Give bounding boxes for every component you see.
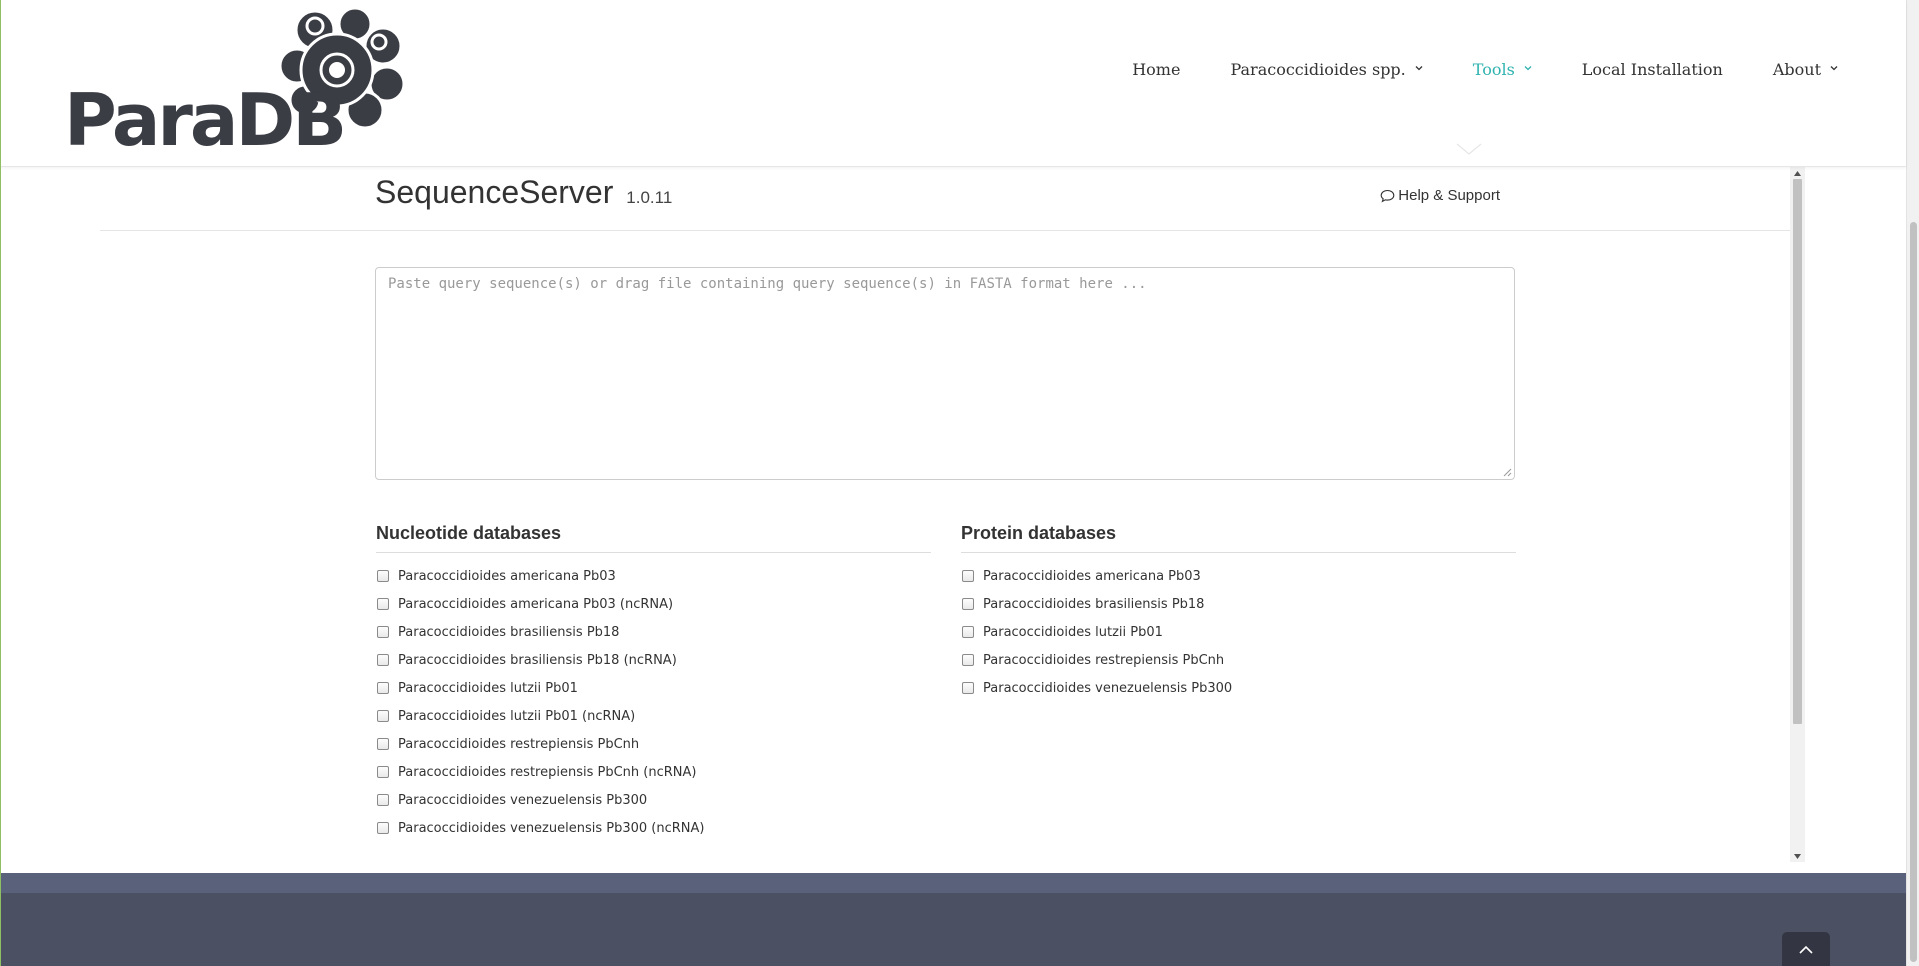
database-checkbox[interactable] [377, 766, 389, 778]
site-footer [0, 893, 1906, 966]
database-checkbox[interactable] [377, 710, 389, 722]
database-checkbox[interactable] [377, 794, 389, 806]
nucleotide-database-item[interactable]: Paracoccidioides americana Pb03 (ncRNA) [376, 590, 931, 618]
help-support-link[interactable]: Help & Support [1380, 187, 1500, 204]
nav-about-label: About [1772, 60, 1821, 79]
database-checkbox[interactable] [377, 682, 389, 694]
app-header: SequenceServer 1.0.11 Help & Support [100, 167, 1790, 231]
nucleotide-database-list: Paracoccidioides americana Pb03 Paracocci… [376, 562, 931, 842]
help-support-label: Help & Support [1398, 187, 1500, 204]
database-label: Paracoccidioides americana Pb03 [983, 568, 1201, 584]
comment-icon [1380, 189, 1395, 203]
database-label: Paracoccidioides lutzii Pb01 [983, 624, 1163, 640]
protein-database-item[interactable]: Paracoccidioides restrepiensis PbCnh [961, 646, 1516, 674]
protein-database-item[interactable]: Paracoccidioides lutzii Pb01 [961, 618, 1516, 646]
nav-local-installation-label: Local Installation [1581, 60, 1723, 79]
database-label: Paracoccidioides venezuelensis Pb300 (nc… [398, 820, 705, 836]
footer-band [0, 873, 1906, 893]
nav-tools[interactable]: Tools [1473, 60, 1532, 79]
nucleotide-database-item[interactable]: Paracoccidioides brasiliensis Pb18 (ncRN… [376, 646, 931, 674]
nucleotide-database-item[interactable]: Paracoccidioides americana Pb03 [376, 562, 931, 590]
database-label: Paracoccidioides americana Pb03 [398, 568, 616, 584]
scroll-down-arrow-icon[interactable] [1790, 850, 1805, 862]
nucleotide-database-item[interactable]: Paracoccidioides venezuelensis Pb300 [376, 786, 931, 814]
database-checkbox[interactable] [962, 570, 974, 582]
protein-database-item[interactable]: Paracoccidioides venezuelensis Pb300 [961, 674, 1516, 702]
database-checkbox[interactable] [377, 822, 389, 834]
page-scrollbar-thumb[interactable] [1910, 222, 1917, 962]
database-checkbox[interactable] [377, 738, 389, 750]
nav-about[interactable]: About [1773, 60, 1838, 79]
frame-scrollbar-thumb[interactable] [1793, 179, 1802, 724]
nucleotide-database-item[interactable]: Paracoccidioides lutzii Pb01 (ncRNA) [376, 702, 931, 730]
database-label: Paracoccidioides brasiliensis Pb18 [983, 596, 1205, 612]
database-checkbox[interactable] [377, 598, 389, 610]
page-scrollbar[interactable] [1906, 0, 1919, 966]
database-checkbox[interactable] [962, 626, 974, 638]
protein-database-item[interactable]: Paracoccidioides americana Pb03 [961, 562, 1516, 590]
database-label: Paracoccidioides brasiliensis Pb18 [398, 624, 620, 640]
database-label: Paracoccidioides venezuelensis Pb300 [983, 680, 1233, 696]
frame-scrollbar[interactable] [1790, 167, 1805, 862]
nav-home[interactable]: Home [1132, 60, 1180, 79]
nav-paracoccidioides[interactable]: Paracoccidioides spp. [1230, 60, 1423, 79]
database-checkbox[interactable] [962, 654, 974, 666]
nav-home-label: Home [1132, 60, 1181, 79]
site-header: ParaDB Home Paracoccidioides spp. Tools … [0, 0, 1906, 167]
nucleotide-database-item[interactable]: Paracoccidioides lutzii Pb01 [376, 674, 931, 702]
app-title-text: SequenceServer [375, 174, 614, 210]
database-label: Paracoccidioides venezuelensis Pb300 [398, 792, 648, 808]
nucleotide-database-item[interactable]: Paracoccidioides brasiliensis Pb18 [376, 618, 931, 646]
database-checkbox[interactable] [962, 598, 974, 610]
app-version: 1.0.11 [626, 188, 673, 207]
protein-database-item[interactable]: Paracoccidioides brasiliensis Pb18 [961, 590, 1516, 618]
nucleotide-databases: Nucleotide databases Paracoccidioides am… [376, 523, 931, 842]
protein-databases-heading: Protein databases [961, 523, 1516, 553]
sequenceserver-frame: SequenceServer 1.0.11 Help & Support Nuc… [100, 167, 1805, 862]
database-label: Paracoccidioides restrepiensis PbCnh [983, 652, 1225, 668]
app-title[interactable]: SequenceServer 1.0.11 [375, 174, 672, 211]
database-label: Paracoccidioides lutzii Pb01 [398, 680, 578, 696]
protein-databases: Protein databases Paracoccidioides ameri… [961, 523, 1516, 702]
query-sequence-input[interactable] [375, 267, 1515, 480]
active-menu-indicator-icon [1456, 140, 1482, 159]
database-checkbox[interactable] [377, 654, 389, 666]
chevron-down-icon [1524, 64, 1532, 72]
database-checkbox[interactable] [962, 682, 974, 694]
scroll-up-arrow-icon[interactable] [1790, 167, 1805, 179]
resize-handle-icon[interactable] [1502, 467, 1512, 477]
main-nav: Home Paracoccidioides spp. Tools Local I… [1082, 60, 1838, 79]
paradb-logo[interactable]: ParaDB [60, 6, 410, 161]
nucleotide-database-item[interactable]: Paracoccidioides restrepiensis PbCnh [376, 730, 931, 758]
database-label: Paracoccidioides brasiliensis Pb18 (ncRN… [398, 652, 677, 668]
nucleotide-database-item[interactable]: Paracoccidioides restrepiensis PbCnh (nc… [376, 758, 931, 786]
nucleotide-database-item[interactable]: Paracoccidioides venezuelensis Pb300 (nc… [376, 814, 931, 842]
chevron-down-icon [1415, 64, 1423, 72]
page-left-edge [0, 0, 1, 966]
database-label: Paracoccidioides americana Pb03 (ncRNA) [398, 596, 674, 612]
nucleotide-databases-heading: Nucleotide databases [376, 523, 931, 553]
database-checkbox[interactable] [377, 626, 389, 638]
logo-wordmark: ParaDB [64, 78, 347, 162]
chevron-up-icon [1799, 945, 1813, 954]
database-label: Paracoccidioides lutzii Pb01 (ncRNA) [398, 708, 636, 724]
nav-local-installation[interactable]: Local Installation [1582, 60, 1723, 79]
nav-tools-label: Tools [1472, 60, 1515, 79]
database-label: Paracoccidioides restrepiensis PbCnh [398, 736, 640, 752]
database-checkbox[interactable] [377, 570, 389, 582]
back-to-top-button[interactable] [1782, 932, 1830, 966]
chevron-down-icon [1830, 64, 1838, 72]
nav-paracoccidioides-label: Paracoccidioides spp. [1230, 60, 1406, 79]
protein-database-list: Paracoccidioides americana Pb03 Paracocci… [961, 562, 1516, 702]
database-label: Paracoccidioides restrepiensis PbCnh (nc… [398, 764, 697, 780]
